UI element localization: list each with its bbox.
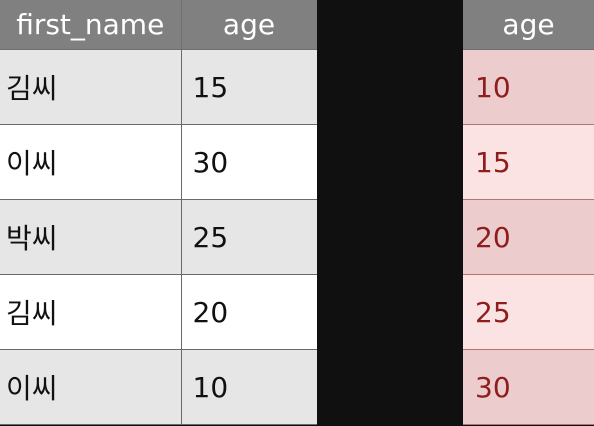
- table-row: 이씨 10: [0, 349, 318, 425]
- column-header-age: age: [463, 0, 594, 50]
- cell-age: 10: [463, 49, 594, 125]
- column-header-first-name: first_name: [0, 0, 182, 50]
- cell-first-name: 김씨: [0, 49, 182, 125]
- table-comparison-view: first_name age 김씨 15 이씨 30 박씨 25 김씨 20 이: [0, 0, 594, 426]
- header-row: first_name age: [0, 0, 318, 50]
- cell-first-name: 이씨: [0, 124, 182, 200]
- cell-age: 20: [463, 199, 594, 275]
- table-row: 박씨 25: [0, 199, 318, 275]
- sorted-age-table: age 10 15 20 25 30: [463, 0, 594, 425]
- table-row: 15: [463, 124, 594, 200]
- column-header-age: age: [181, 0, 318, 50]
- table-row: 이씨 30: [0, 124, 318, 200]
- cell-age: 15: [463, 124, 594, 200]
- header-row: age: [463, 0, 594, 50]
- table-row: 20: [463, 199, 594, 275]
- cell-age: 20: [181, 274, 318, 350]
- cell-first-name: 김씨: [0, 274, 182, 350]
- cell-first-name: 박씨: [0, 199, 182, 275]
- cell-age: 30: [463, 349, 594, 425]
- table-row: 김씨 20: [0, 274, 318, 350]
- divider-panel: [317, 0, 463, 426]
- table-row: 30: [463, 349, 594, 425]
- table-row: 25: [463, 274, 594, 350]
- cell-age: 25: [463, 274, 594, 350]
- table-row: 10: [463, 49, 594, 125]
- table-row: 김씨 15: [0, 49, 318, 125]
- source-table: first_name age 김씨 15 이씨 30 박씨 25 김씨 20 이: [0, 0, 318, 425]
- cell-age: 10: [181, 349, 318, 425]
- cell-first-name: 이씨: [0, 349, 182, 425]
- cell-age: 30: [181, 124, 318, 200]
- cell-age: 25: [181, 199, 318, 275]
- cell-age: 15: [181, 49, 318, 125]
